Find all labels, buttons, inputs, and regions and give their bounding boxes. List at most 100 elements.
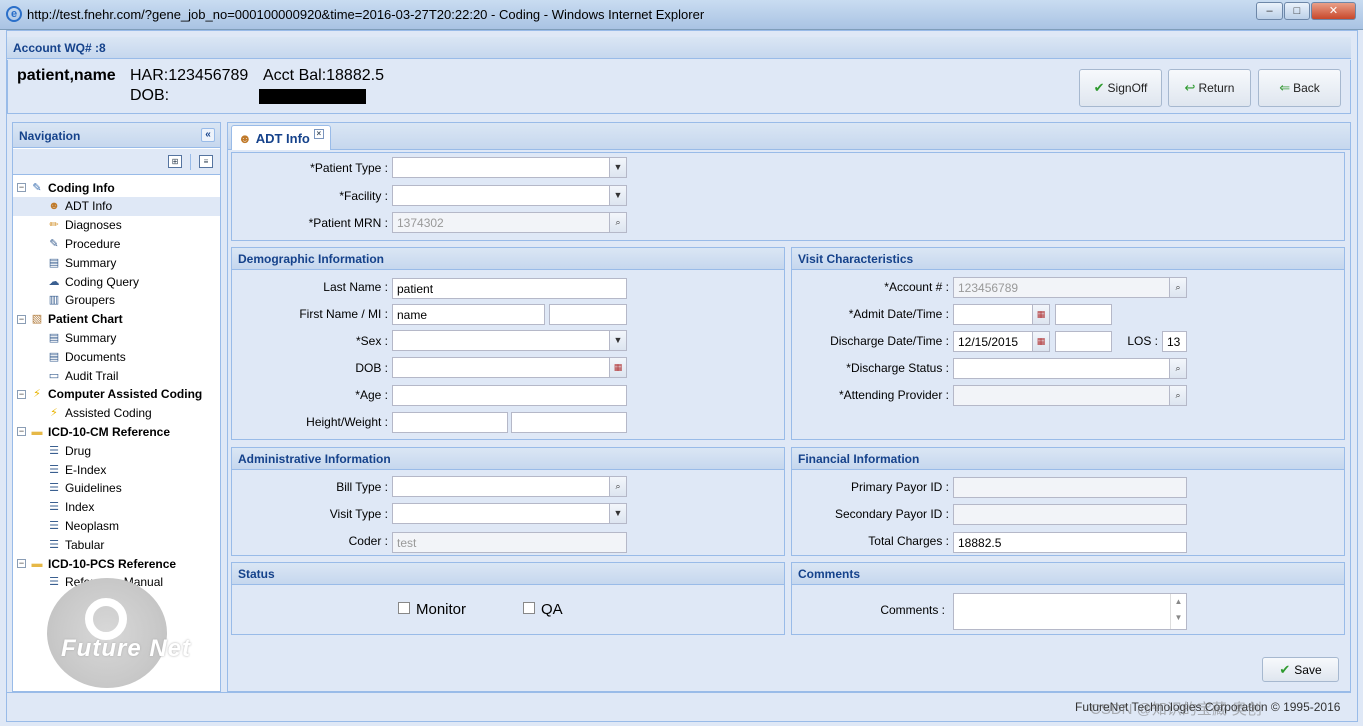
nav-item[interactable]: ☁ Coding Query <box>13 272 220 291</box>
monitor-label: Monitor <box>416 601 467 618</box>
nav-item[interactable]: ☰ Drug <box>13 441 220 460</box>
nav-item[interactable]: ☰ Index <box>13 498 220 517</box>
list-icon: ☰ <box>49 463 59 476</box>
nav-item[interactable]: ✏ Diagnoses <box>13 216 220 235</box>
expander-icon[interactable]: − <box>17 427 26 437</box>
nav-item[interactable]: ▥ Groupers <box>13 291 220 310</box>
expand-all-icon[interactable]: ⊞ <box>168 155 182 168</box>
collapse-all-icon[interactable]: ≡ <box>199 155 213 168</box>
nav-item[interactable]: ☰ Guidelines <box>13 479 220 498</box>
discharge-date-input[interactable]: 12/15/2015 ▦ <box>953 331 1050 352</box>
weight-input[interactable] <box>511 412 627 433</box>
collapse-icon[interactable]: « <box>201 128 215 142</box>
logo-text: Future Net <box>61 635 191 662</box>
secondary-payor-field[interactable] <box>953 504 1187 525</box>
patient-mrn-field[interactable]: 1374302 ⌕ <box>392 212 627 233</box>
discharge-time-input[interactable] <box>1055 331 1112 352</box>
nav-label: ICD-10-CM Reference <box>48 424 171 439</box>
expander-icon[interactable]: − <box>17 389 26 399</box>
lightning-icon: ⚡ <box>33 388 41 401</box>
monitor-checkbox[interactable] <box>398 602 410 614</box>
secondary-payor-label: Secondary Payor ID : <box>834 507 949 521</box>
search-icon[interactable]: ⌕ <box>609 213 626 232</box>
search-icon[interactable]: ⌕ <box>1169 278 1186 297</box>
nav-group[interactable]: − ▧ Patient Chart <box>17 310 220 329</box>
scrollbar[interactable]: ▲ ▼ <box>1170 594 1186 629</box>
bill-type-field[interactable]: ⌕ <box>392 476 627 497</box>
navigation-tree: − ✎ Coding Info ☻ ADT Info ✏ Diagnoses ✎ Procedu… <box>13 178 220 598</box>
tab-adt-info[interactable]: ☻ ADT Info × <box>231 125 331 150</box>
maximize-button[interactable]: □ <box>1284 2 1310 20</box>
chevron-down-icon[interactable]: ▼ <box>609 331 626 350</box>
tab-close-icon[interactable]: × <box>313 129 324 139</box>
nav-label: ADT Info <box>65 199 113 214</box>
primary-payor-field[interactable] <box>953 477 1187 498</box>
return-button[interactable]: ↩ Return <box>1168 69 1251 107</box>
nav-label: Patient Chart <box>48 312 123 327</box>
nav-item[interactable]: ▤ Summary <box>13 328 220 347</box>
dob-field-label: DOB : <box>355 361 388 375</box>
nav-group[interactable]: − ▬ ICD-10-CM Reference <box>17 422 220 441</box>
sex-select[interactable]: ▼ <box>392 330 627 351</box>
calendar-icon[interactable]: ▦ <box>1032 305 1049 324</box>
dob-input[interactable]: ▦ <box>392 357 627 378</box>
nav-item[interactable]: ☰ E-Index <box>13 460 220 479</box>
close-window-button[interactable]: ✕ <box>1311 2 1356 20</box>
nav-label: Assisted Coding <box>65 406 152 421</box>
signoff-button[interactable]: ✔ SignOff <box>1079 69 1162 107</box>
calendar-icon[interactable]: ▦ <box>1032 332 1049 351</box>
last-name-input[interactable]: patient <box>392 278 627 299</box>
patient-type-select[interactable]: ▼ <box>392 157 627 178</box>
list-icon: ☰ <box>49 482 59 495</box>
total-charges-field[interactable]: 18882.5 <box>953 532 1187 553</box>
age-input[interactable] <box>392 385 627 406</box>
qa-checkbox[interactable] <box>523 602 535 614</box>
los-input[interactable]: 13 <box>1162 331 1187 352</box>
nav-group[interactable]: − ⚡ Computer Assisted Coding <box>17 385 220 404</box>
nav-item[interactable]: ✎ Procedure <box>13 234 220 253</box>
list-icon: ☰ <box>49 501 59 514</box>
nav-label: Tabular <box>65 537 105 552</box>
expander-icon[interactable]: − <box>17 559 26 568</box>
query-icon: ☁ <box>48 275 60 288</box>
expander-icon[interactable]: − <box>17 314 26 324</box>
chevron-down-icon[interactable]: ▼ <box>609 186 626 205</box>
coder-field[interactable]: test <box>392 532 627 553</box>
height-input[interactable] <box>392 412 508 433</box>
first-name-input[interactable]: name <box>392 304 545 325</box>
chevron-down-icon[interactable]: ▼ <box>609 158 626 177</box>
search-icon[interactable]: ⌕ <box>1169 359 1186 378</box>
middle-initial-input[interactable] <box>549 304 627 325</box>
nav-item[interactable]: ▭ Audit Trail <box>13 366 220 385</box>
admit-label: *Admit Date/Time : <box>848 307 949 321</box>
search-icon[interactable]: ⌕ <box>1169 386 1186 405</box>
visit-type-select[interactable]: ▼ <box>392 503 627 524</box>
chevron-down-icon[interactable]: ▼ <box>609 504 626 523</box>
calendar-icon[interactable]: ▦ <box>609 358 626 377</box>
minimize-button[interactable]: – <box>1256 2 1283 20</box>
admit-time-input[interactable] <box>1055 304 1112 325</box>
nav-item[interactable]: ⚡ Assisted Coding <box>13 404 220 423</box>
nav-item[interactable]: ☰ Neoplasm <box>13 516 220 535</box>
account-number-field[interactable]: 123456789 ⌕ <box>953 277 1187 298</box>
attending-provider-label: *Attending Provider : <box>838 388 949 402</box>
back-button[interactable]: ⇐ Back <box>1258 69 1341 107</box>
nav-group[interactable]: − ✎ Coding Info <box>17 178 220 197</box>
nav-item[interactable]: ▤ Documents <box>13 347 220 366</box>
nav-item[interactable]: ☻ ADT Info <box>13 196 220 216</box>
save-button[interactable]: ✔ Save <box>1262 657 1339 682</box>
visit-type-label: Visit Type : <box>329 507 388 521</box>
back-arrow-icon: ⇐ <box>1279 80 1291 95</box>
expander-icon[interactable]: − <box>17 183 26 192</box>
nav-group[interactable]: − ▬ ICD-10-PCS Reference <box>17 554 220 573</box>
admit-date-input[interactable]: ▦ <box>953 304 1050 325</box>
nav-item[interactable]: ▤ Summary <box>13 253 220 272</box>
comments-textarea[interactable]: ▲ ▼ <box>953 593 1187 630</box>
tab-strip: ☻ ADT Info × <box>228 123 1350 150</box>
discharge-status-field[interactable]: ⌕ <box>953 358 1187 379</box>
attending-provider-field[interactable]: ⌕ <box>953 385 1187 406</box>
search-icon[interactable]: ⌕ <box>609 477 626 496</box>
facility-select[interactable]: ▼ <box>392 185 627 206</box>
nav-item[interactable]: ☰ Tabular <box>13 535 220 554</box>
nav-label: E-Index <box>65 462 107 477</box>
